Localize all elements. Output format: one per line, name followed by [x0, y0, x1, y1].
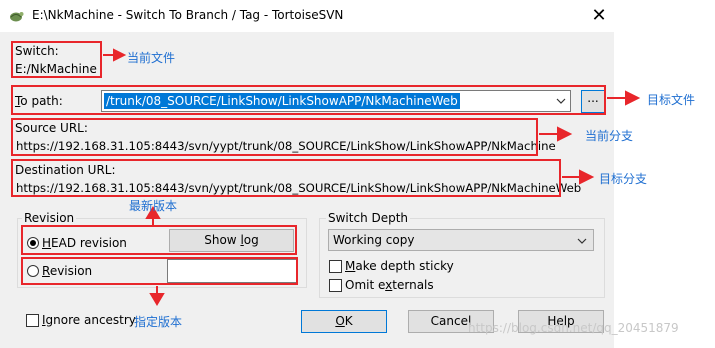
target-branch-highlight [11, 159, 561, 197]
current-file-annotation: 当前文件 [127, 51, 176, 65]
latest-version-highlight [21, 225, 297, 255]
current-branch-highlight [11, 118, 538, 156]
ignore-ancestry-checkbox[interactable] [26, 314, 39, 327]
ignore-ancestry-label[interactable]: Ignore ancestry [42, 313, 136, 327]
switch-depth-select[interactable]: Working copy [328, 229, 594, 251]
title-bar: E:\NkMachine - Switch To Branch / Tag - … [0, 0, 614, 32]
latest-version-annotation: 最新版本 [129, 199, 178, 213]
target-branch-annotation: 目标分支 [599, 172, 648, 186]
target-file-annotation: 目标文件 [647, 93, 696, 107]
close-icon[interactable]: ✕ [584, 2, 614, 30]
current-file-highlight [11, 41, 102, 78]
tortoise-logo-icon [10, 12, 24, 22]
ok-button[interactable]: OK [301, 310, 387, 333]
omit-externals-checkbox[interactable] [329, 279, 342, 292]
chevron-down-icon[interactable] [576, 235, 588, 247]
switch-depth-group-title: Switch Depth [326, 211, 411, 225]
target-file-highlight [11, 85, 606, 115]
window-title: E:\NkMachine - Switch To Branch / Tag - … [32, 8, 344, 22]
specified-version-highlight [21, 257, 298, 285]
target-file-arrow-head [625, 90, 641, 106]
watermark-text: https://blog.csdn.net/qq_20451879 [468, 321, 679, 335]
switch-depth-value: Working copy [333, 233, 415, 247]
omit-externals-label[interactable]: Omit externals [345, 278, 434, 292]
specified-version-annotation: 指定版本 [134, 315, 183, 329]
revision-group-title: Revision [22, 211, 77, 225]
make-depth-sticky-label[interactable]: Make depth sticky [345, 259, 454, 273]
current-branch-annotation: 当前分支 [585, 129, 634, 143]
make-depth-sticky-checkbox[interactable] [329, 260, 342, 273]
